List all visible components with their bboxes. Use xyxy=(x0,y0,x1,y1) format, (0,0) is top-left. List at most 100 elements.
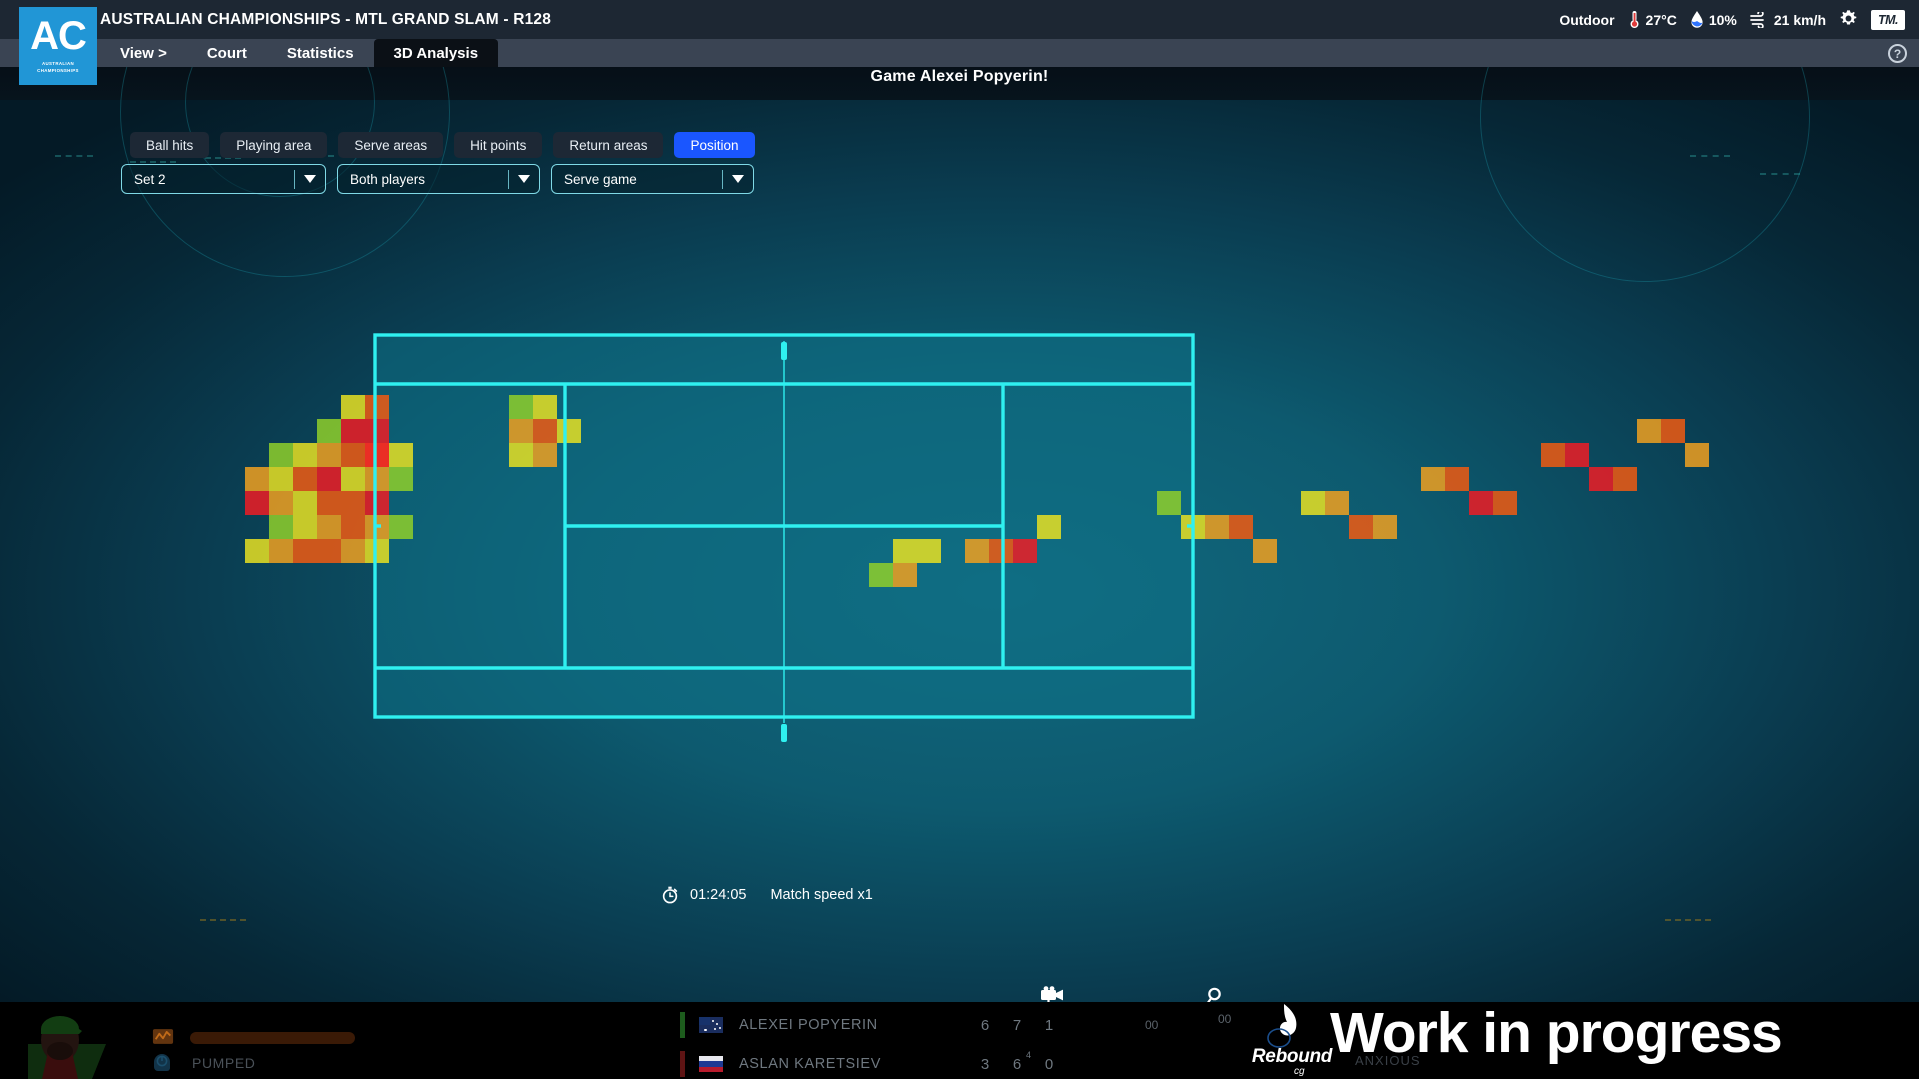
heatmap-cell xyxy=(1373,515,1397,539)
heatmap-cell xyxy=(365,467,389,491)
heatmap-cell xyxy=(1037,515,1061,539)
heatmap-cell xyxy=(1205,515,1229,539)
heatmap-cell xyxy=(293,539,317,563)
match-speed-label: Match speed x1 xyxy=(770,887,872,903)
heatmap-cell xyxy=(341,419,365,443)
player-portrait xyxy=(18,1004,146,1079)
heatmap-cell xyxy=(293,491,317,515)
intensity-bar xyxy=(190,1032,355,1044)
server-points: 00 xyxy=(1218,1012,1231,1026)
heatmap-cell xyxy=(533,443,557,467)
wind-group: 21 km/h xyxy=(1750,12,1826,28)
heatmap-cell xyxy=(245,467,269,491)
heatmap-cell xyxy=(341,467,365,491)
heatmap-cell xyxy=(1541,443,1565,467)
match-title: AUSTRALIAN CHAMPIONSHIPS - MTL GRAND SLA… xyxy=(100,11,551,29)
heatmap-cell xyxy=(1301,491,1325,515)
heatmap-cell xyxy=(269,515,293,539)
heatmap-cell xyxy=(317,539,341,563)
heatmap-cell xyxy=(893,539,917,563)
player2-tiebreak: 4 xyxy=(1026,1050,1031,1060)
heatmap-cell xyxy=(317,491,341,515)
heatmap-cell xyxy=(509,419,533,443)
scoreboard: ALEXEI POPYERIN 6 7 1 00 ASLAN KARETSIEV… xyxy=(680,1002,1240,1079)
heatmap-cell xyxy=(389,443,413,467)
heatmap-cell xyxy=(341,395,365,419)
nav-item-view[interactable]: View > xyxy=(100,39,187,67)
temperature-value: 27°C xyxy=(1646,12,1677,28)
heatmap-cell xyxy=(245,539,269,563)
heatmap-cell xyxy=(293,467,317,491)
heatmap-cell xyxy=(1493,491,1517,515)
nav-bar: View > Court Statistics 3D Analysis ? xyxy=(0,39,1919,67)
conditions-label: Outdoor xyxy=(1559,12,1614,28)
player2-name: ASLAN KARETSIEV xyxy=(739,1056,969,1072)
heatmap-cell xyxy=(1421,467,1445,491)
heatmap-cell xyxy=(893,563,917,587)
nav-item-3d-analysis[interactable]: 3D Analysis xyxy=(374,39,499,67)
wind-icon xyxy=(1750,12,1769,28)
heatmap-cell xyxy=(1589,467,1613,491)
temperature-group: 27°C xyxy=(1628,10,1677,29)
logo-initials: AC xyxy=(30,17,86,55)
heatmap-cell xyxy=(1565,443,1589,467)
playback-status: 01:24:05 Match speed x1 xyxy=(660,885,873,905)
nav-item-court[interactable]: Court xyxy=(187,39,267,67)
heatmap-cell xyxy=(389,515,413,539)
brand-badge: TM. xyxy=(1871,10,1905,30)
settings-button[interactable] xyxy=(1839,9,1858,31)
heatmap-cell xyxy=(1445,467,1469,491)
player1-set3: 1 xyxy=(1033,1017,1065,1034)
heatmap-cell xyxy=(1613,467,1637,491)
heatmap-cell xyxy=(365,419,389,443)
heatmap-cell xyxy=(365,491,389,515)
nav-items: View > Court Statistics 3D Analysis xyxy=(100,39,498,67)
player-card: PUMPED xyxy=(0,1002,420,1079)
heatmap-cell xyxy=(365,539,389,563)
heatmap-cell xyxy=(1685,443,1709,467)
heatmap-cell xyxy=(1157,491,1181,515)
flag-au-icon xyxy=(699,1017,723,1033)
logo-subtitle-line1: AUSTRALIAN xyxy=(42,61,74,68)
heatmap-cell xyxy=(869,563,893,587)
heatmap-cell xyxy=(269,443,293,467)
heatmap-cell xyxy=(365,395,389,419)
help-icon[interactable]: ? xyxy=(1888,44,1907,63)
heatmap-cell xyxy=(509,443,533,467)
heatmap-cell xyxy=(1469,491,1493,515)
player1-set1: 6 xyxy=(969,1017,1001,1034)
heatmap-cell xyxy=(1637,419,1661,443)
court-heatmap-visualization xyxy=(0,67,1919,1002)
receive-marker xyxy=(680,1051,685,1077)
player1-name: ALEXEI POPYERIN xyxy=(739,1017,969,1033)
stopwatch-icon xyxy=(660,885,680,905)
nav-item-statistics[interactable]: Statistics xyxy=(267,39,374,67)
heatmap-cell xyxy=(317,419,341,443)
heatmap-cell xyxy=(245,491,269,515)
heatmap-cell xyxy=(341,443,365,467)
heatmap-cell xyxy=(557,419,581,443)
humidity-value: 10% xyxy=(1709,12,1737,28)
heatmap-cell xyxy=(293,515,317,539)
heatmap-cell xyxy=(533,419,557,443)
scoreboard-row-player2: ASLAN KARETSIEV 3 64 0 xyxy=(680,1048,1240,1079)
heatmap-cell xyxy=(509,395,533,419)
heatmap-cell xyxy=(989,539,1013,563)
title-bar: AUSTRALIAN CHAMPIONSHIPS - MTL GRAND SLA… xyxy=(0,0,1919,39)
work-in-progress-overlay: Work in progress xyxy=(1330,1000,1782,1066)
match-clock: 01:24:05 xyxy=(690,887,746,903)
intensity-icon xyxy=(152,1027,174,1051)
tournament-logo: AC AUSTRALIAN CHAMPIONSHIPS xyxy=(19,7,97,85)
heatmap-cell xyxy=(965,539,989,563)
heatmap-cell xyxy=(269,491,293,515)
humidity-group: 10% xyxy=(1690,10,1737,29)
logo-subtitle-line2: CHAMPIONSHIPS xyxy=(37,68,79,75)
court-stage: Game Alexei Popyerin! Ball hits Playing … xyxy=(0,67,1919,1002)
heatmap-cell xyxy=(1349,515,1373,539)
wind-value: 21 km/h xyxy=(1774,12,1826,28)
heatmap-cell xyxy=(1661,419,1685,443)
heatmap-cell xyxy=(341,491,365,515)
conditions-panel: Outdoor 27°C 10% xyxy=(1559,0,1905,39)
heatmap-cell xyxy=(365,443,389,467)
heatmap-cell xyxy=(533,395,557,419)
